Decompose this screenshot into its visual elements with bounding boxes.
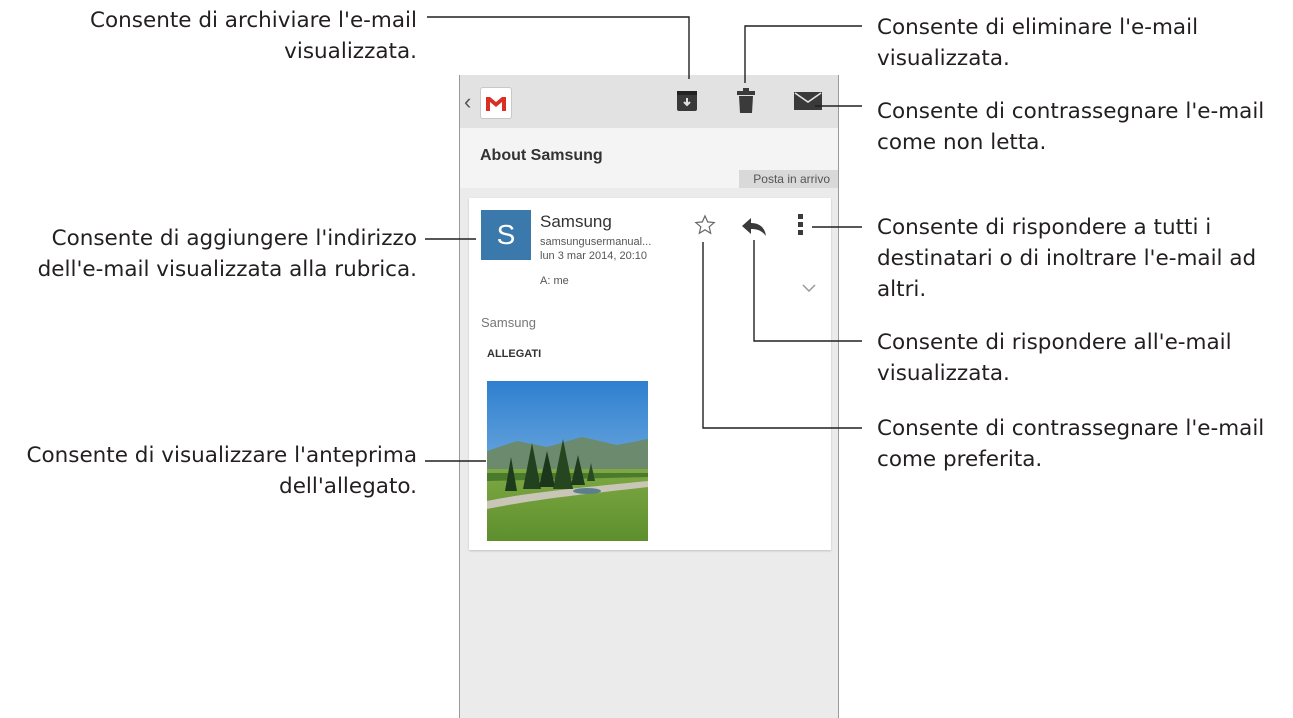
attachments-heading: ALLEGATI (487, 348, 542, 360)
annotation-archive: Consente di archiviare l'e-mail visualiz… (90, 8, 417, 64)
annotation-add-contact: Consente di aggiungere l'indirizzo dell'… (37, 226, 417, 282)
mark-unread-icon[interactable] (794, 92, 822, 115)
phone-screen: ‹ About Samsung Posta in arrivo S Samsun… (459, 75, 839, 718)
sender-avatar[interactable]: S (481, 210, 531, 260)
sender-name: Samsung (540, 212, 612, 231)
recipient: A: me (540, 275, 569, 287)
archive-icon[interactable] (676, 88, 698, 117)
sender-email: samsungusermanual... (540, 236, 652, 248)
folder-label[interactable]: Posta in arrivo (739, 170, 838, 188)
overflow-menu-icon[interactable] (798, 214, 804, 241)
gmail-logo-icon[interactable] (480, 87, 512, 119)
annotation-delete: Consente di eliminare l'e-mail visualizz… (877, 15, 1199, 71)
email-subject: About Samsung (480, 147, 603, 164)
back-chevron-icon[interactable]: ‹ (464, 89, 471, 115)
delete-icon[interactable] (736, 88, 756, 119)
email-body: Samsung (481, 315, 536, 330)
chevron-down-icon[interactable] (802, 279, 816, 297)
annotation-reply-all-forward: Consente di rispondere a tutti i destina… (877, 215, 1257, 302)
annotation-preview: Consente di visualizzare l'anteprima del… (26, 443, 417, 499)
attachment-thumbnail[interactable] (487, 381, 648, 541)
action-bar: ‹ (460, 75, 838, 128)
sent-date: lun 3 mar 2014, 20:10 (540, 250, 648, 262)
annotation-mark-unread: Consente di contrassegnare l'e-mail come… (877, 99, 1265, 155)
email-card: S Samsung samsungusermanual... lun 3 mar… (469, 198, 831, 550)
star-icon[interactable] (694, 214, 716, 241)
subject-area: About Samsung Posta in arrivo (460, 128, 838, 188)
annotation-reply: Consente di rispondere all'e-mail visual… (877, 330, 1232, 386)
annotation-favorite: Consente di contrassegnare l'e-mail come… (877, 416, 1265, 472)
reply-icon[interactable] (741, 217, 767, 242)
